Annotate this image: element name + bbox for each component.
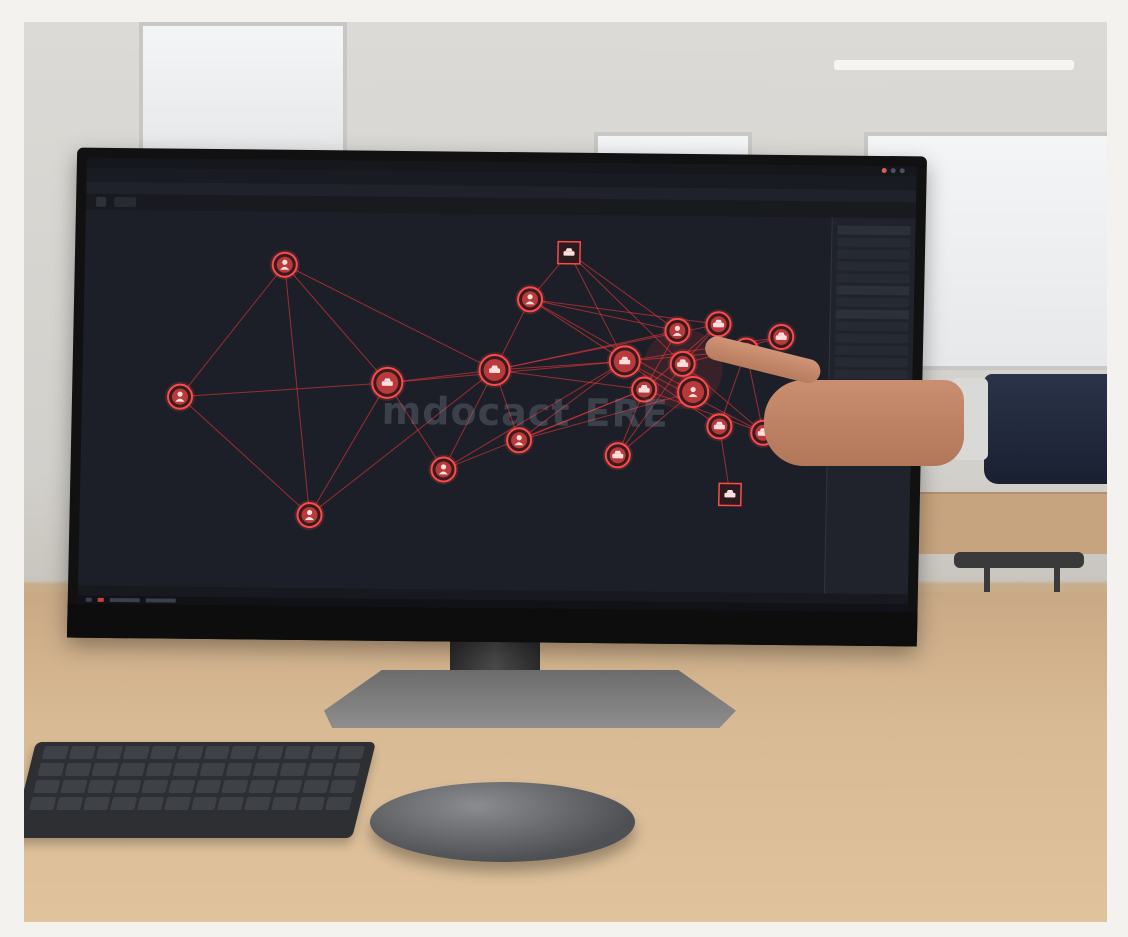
graph-node-person[interactable] xyxy=(269,249,300,280)
graph-node-car[interactable] xyxy=(717,482,742,507)
panel-section[interactable] xyxy=(836,285,910,296)
graph-node-person[interactable] xyxy=(294,500,325,531)
panel-item[interactable] xyxy=(834,369,908,380)
graph-node-car[interactable] xyxy=(557,240,582,265)
network-graph[interactable] xyxy=(78,158,827,586)
graph-node-person[interactable] xyxy=(515,284,546,315)
graph-node-person[interactable] xyxy=(428,454,459,485)
panel-item[interactable] xyxy=(835,333,909,344)
graph-node-car[interactable] xyxy=(606,343,643,380)
panel-item[interactable] xyxy=(837,237,911,248)
graph-node-car[interactable] xyxy=(476,351,513,388)
computer-mouse[interactable] xyxy=(370,782,635,862)
background-chair xyxy=(954,552,1084,568)
panel-item[interactable] xyxy=(836,249,911,260)
graph-node-car[interactable] xyxy=(766,321,797,352)
graph-edge xyxy=(179,396,310,516)
window-controls[interactable] xyxy=(881,167,905,174)
keyboard[interactable] xyxy=(24,742,376,838)
close-icon[interactable] xyxy=(881,167,887,174)
panel-item[interactable] xyxy=(834,357,908,368)
maximize-icon[interactable] xyxy=(890,168,896,174)
watermark-text: mdocact ERE xyxy=(381,388,670,436)
photo-scene: mdocact ERE xyxy=(24,22,1107,922)
background-desk xyxy=(894,492,1107,554)
taskbar-icon[interactable] xyxy=(85,597,92,602)
graph-node-person[interactable] xyxy=(165,381,196,412)
window-left xyxy=(139,22,347,155)
graph-node-car[interactable] xyxy=(703,309,734,340)
graph-node-car[interactable] xyxy=(602,440,633,471)
graph-edge xyxy=(529,298,719,325)
ceiling-light xyxy=(834,60,1074,70)
graph-edge xyxy=(284,264,495,371)
graph-edge xyxy=(179,264,286,397)
graph-edge xyxy=(284,264,388,384)
panel-item[interactable] xyxy=(835,321,909,332)
panel-item[interactable] xyxy=(836,261,910,272)
panel-header xyxy=(838,222,911,223)
taskbar-icon[interactable] xyxy=(97,597,104,602)
panel-item[interactable] xyxy=(836,273,910,284)
monitor-stand-base xyxy=(324,670,736,728)
minimize-icon[interactable] xyxy=(899,168,905,174)
panel-section[interactable] xyxy=(837,225,911,236)
jacket-sleeve xyxy=(984,374,1107,484)
taskbar-icon[interactable] xyxy=(145,598,176,603)
graph-edge xyxy=(179,382,388,398)
hand xyxy=(764,380,964,466)
taskbar-icon[interactable] xyxy=(109,597,140,603)
panel-item[interactable] xyxy=(834,345,909,356)
panel-section[interactable] xyxy=(835,309,909,320)
graph-edge xyxy=(309,382,388,516)
panel-item[interactable] xyxy=(835,297,910,308)
